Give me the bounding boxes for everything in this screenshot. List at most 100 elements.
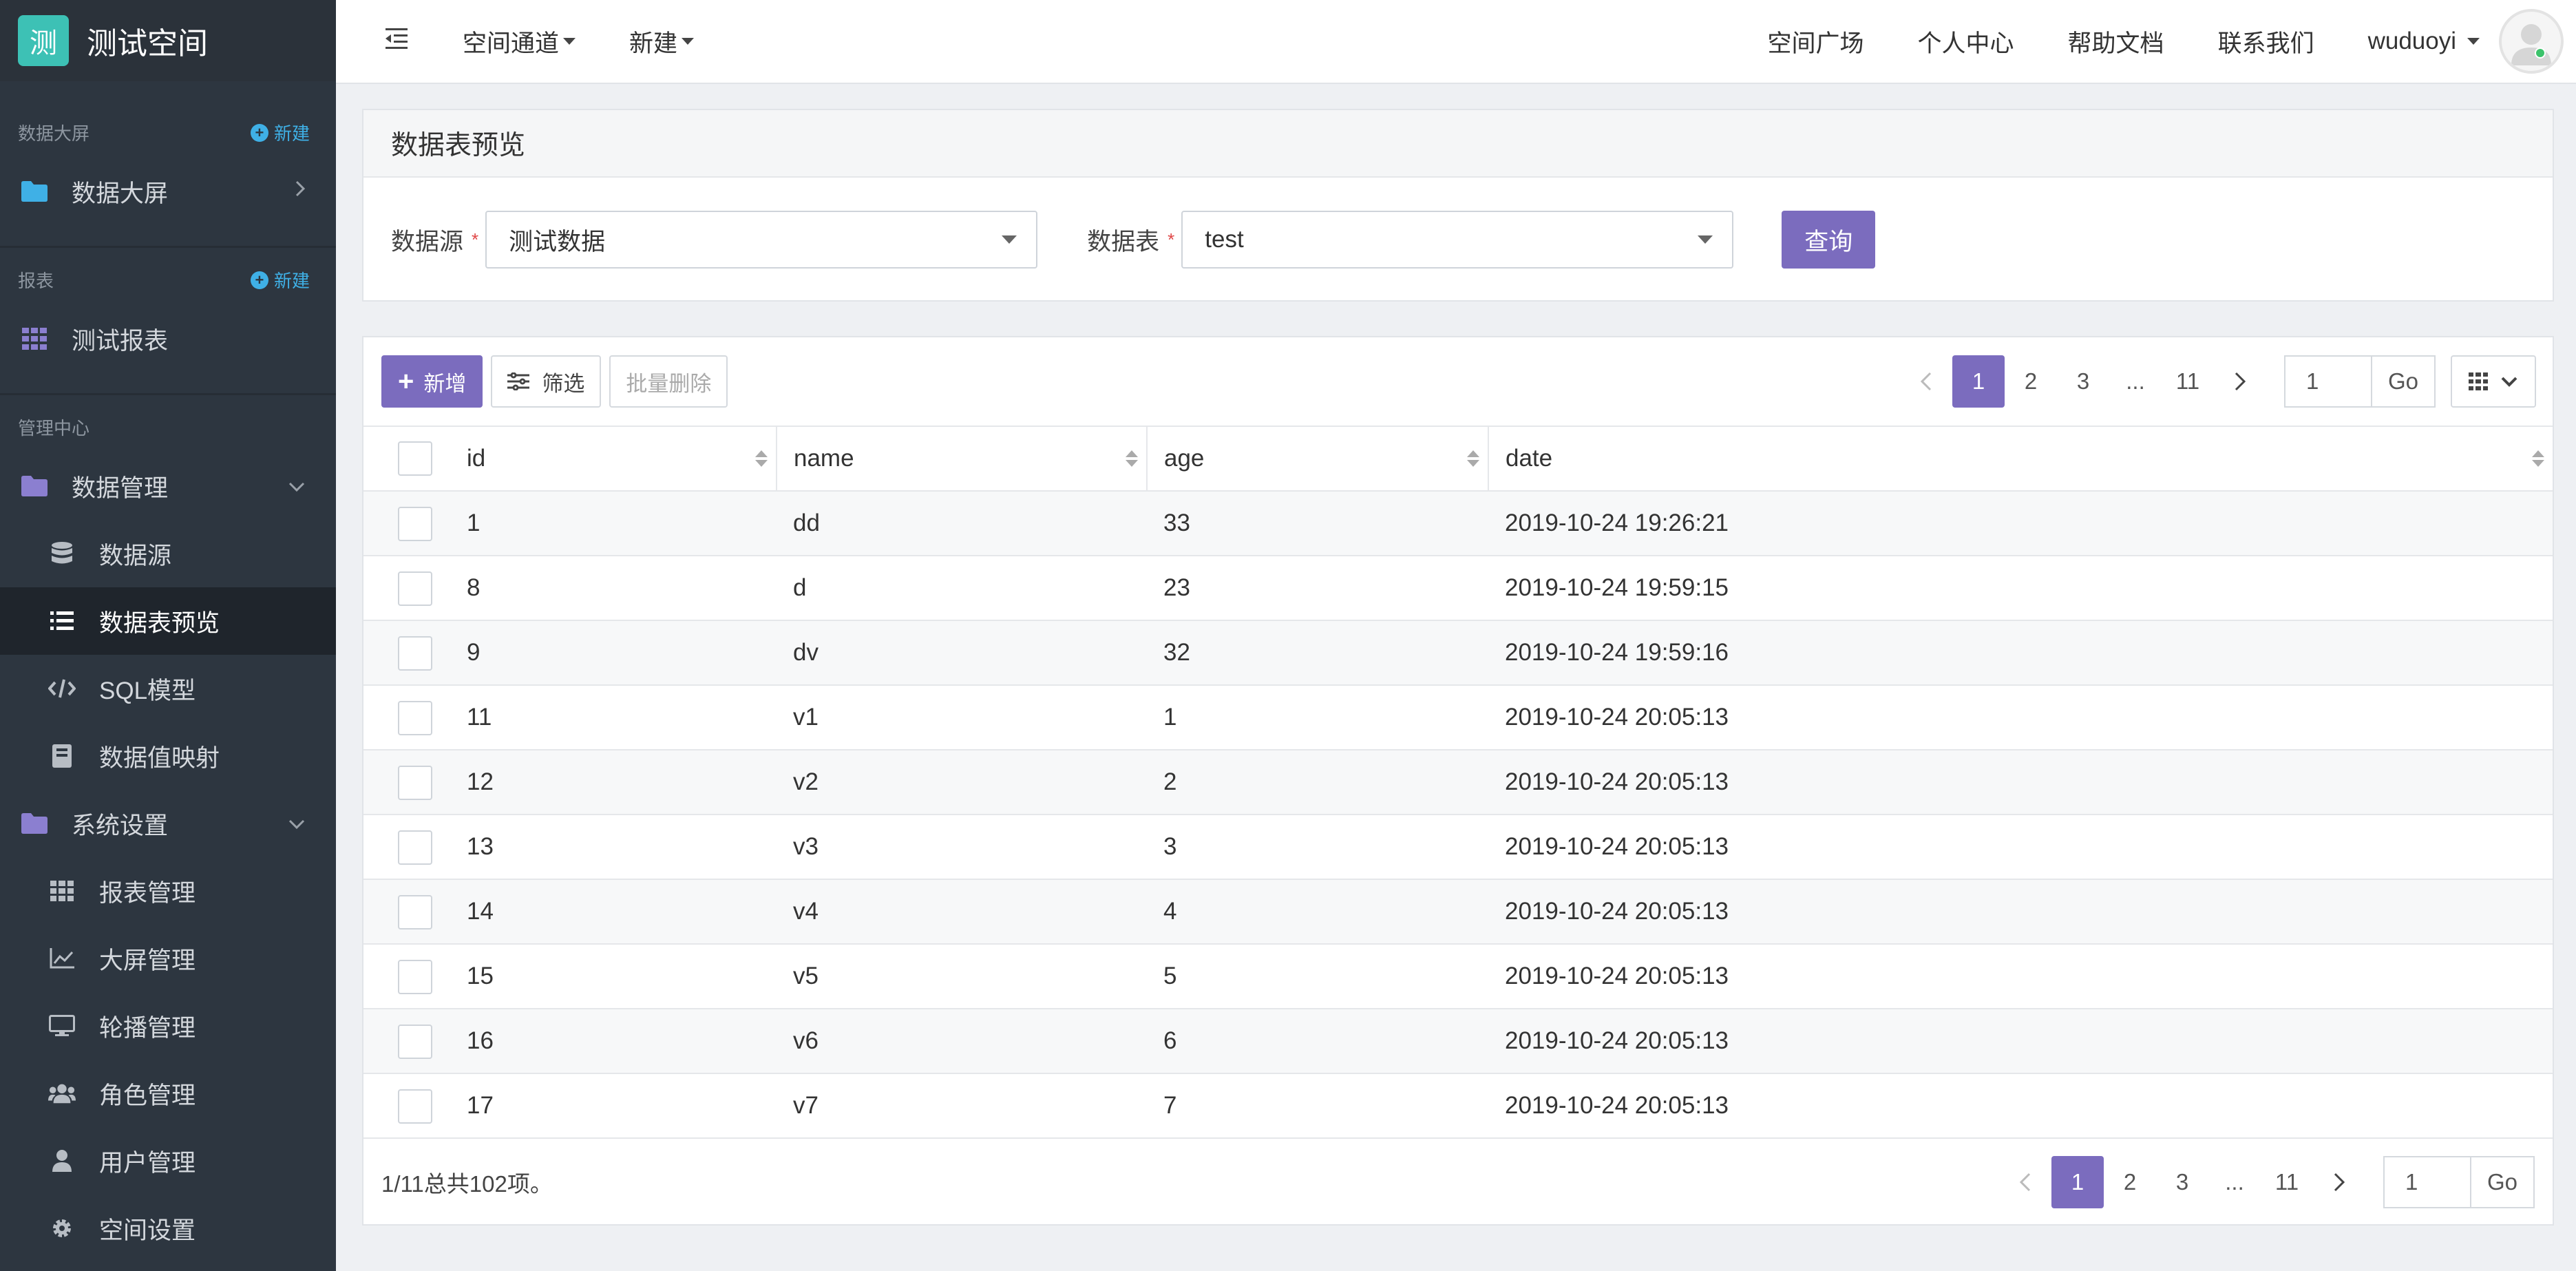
next-page-button[interactable] — [2313, 1156, 2365, 1208]
sort-icon[interactable] — [755, 450, 768, 467]
avatar[interactable] — [2499, 9, 2564, 74]
prev-page-button[interactable] — [1900, 355, 1952, 408]
datasource-select[interactable]: 测试数据 — [485, 211, 1038, 269]
sidebar-item-table-preview[interactable]: 数据表预览 — [0, 587, 336, 655]
table-row[interactable]: 9 dv 32 2019-10-24 19:59:16 — [363, 620, 2553, 686]
sidebar-item-user-management[interactable]: 用户管理 — [0, 1127, 336, 1195]
cell-id-value: 17 — [467, 1092, 494, 1119]
goto-page-input[interactable]: 1 — [2383, 1156, 2470, 1208]
page-ellipsis[interactable]: ... — [2208, 1156, 2261, 1208]
link-help-docs[interactable]: 帮助文档 — [2068, 24, 2164, 59]
page-button[interactable]: 3 — [2156, 1156, 2208, 1208]
prev-page-button[interactable] — [1999, 1156, 2051, 1208]
table-row[interactable]: 17 v7 7 2019-10-24 20:05:13 — [363, 1073, 2553, 1139]
cell-id: 1 — [363, 491, 777, 556]
datasource-value: 测试数据 — [509, 228, 606, 255]
cell-id: 16 — [363, 1009, 777, 1074]
sort-icon[interactable] — [1126, 450, 1138, 467]
table-select[interactable]: test — [1181, 211, 1734, 269]
row-checkbox[interactable] — [398, 830, 432, 865]
page-button[interactable]: 11 — [2162, 355, 2214, 408]
page-button[interactable]: 2 — [2005, 355, 2057, 408]
cell-date: 2019-10-24 20:05:13 — [1488, 944, 2553, 1009]
brand[interactable]: 测 测试空间 — [0, 0, 336, 81]
add-button[interactable]: + 新增 — [381, 355, 483, 408]
column-header-date[interactable]: date — [1488, 426, 2553, 492]
page-button[interactable]: 11 — [2261, 1156, 2313, 1208]
row-checkbox[interactable] — [398, 571, 432, 606]
cell-id-value: 14 — [467, 898, 494, 925]
go-button[interactable]: Go — [2371, 355, 2436, 408]
row-checkbox[interactable] — [398, 895, 432, 929]
go-button[interactable]: Go — [2470, 1156, 2535, 1208]
row-checkbox[interactable] — [398, 701, 432, 735]
row-checkbox[interactable] — [398, 960, 432, 994]
page-button[interactable]: 3 — [2057, 355, 2109, 408]
cell-id-value: 8 — [467, 574, 481, 601]
cell-name: dd — [777, 491, 1147, 556]
cell-age: 1 — [1147, 685, 1488, 750]
filter-button[interactable]: 筛选 — [491, 355, 602, 408]
row-checkbox[interactable] — [398, 766, 432, 800]
cell-id: 8 — [363, 556, 777, 621]
column-header-age[interactable]: age — [1146, 426, 1488, 492]
select-all-checkbox[interactable] — [398, 441, 432, 476]
column-selector-button[interactable] — [2451, 355, 2536, 408]
sidebar-item-space-settings[interactable]: 空间设置 — [0, 1195, 336, 1262]
sidebar: 测 测试空间 数据大屏 + 新建 数据大屏 报表 + 新建 测试报表 管理中心 … — [0, 0, 336, 1271]
table-row[interactable]: 13 v3 3 2019-10-24 20:05:13 — [363, 815, 2553, 880]
sidebar-item-data-management[interactable]: 数据管理 — [0, 452, 336, 520]
row-checkbox[interactable] — [398, 1025, 432, 1059]
sidebar-item-carousel-management[interactable]: 轮播管理 — [0, 992, 336, 1060]
batch-delete-button[interactable]: 批量删除 — [609, 355, 728, 408]
sidebar-item-value-mapping[interactable]: 数据值映射 — [0, 722, 336, 790]
table-row[interactable]: 14 v4 4 2019-10-24 20:05:13 — [363, 879, 2553, 945]
sidebar-item-report-management[interactable]: 报表管理 — [0, 857, 336, 925]
sidebar-divider — [0, 246, 336, 248]
user-menu[interactable]: wuduoyi — [2368, 28, 2480, 55]
plus-circle-icon: + — [250, 271, 268, 289]
goto-page-input[interactable]: 1 — [2284, 355, 2371, 408]
sidebar-item-sql-model[interactable]: SQL模型 — [0, 655, 336, 722]
page-button[interactable]: 2 — [2104, 1156, 2156, 1208]
sidebar-item-screen[interactable]: 数据大屏 — [0, 158, 336, 225]
row-checkbox[interactable] — [398, 507, 432, 541]
add-button-label: 新增 — [423, 371, 467, 396]
table-row[interactable]: 8 d 23 2019-10-24 19:59:15 — [363, 556, 2553, 621]
screen-new-button[interactable]: + 新建 — [250, 120, 310, 145]
column-header-name[interactable]: name — [776, 426, 1147, 492]
collapse-menu-icon[interactable] — [386, 28, 408, 55]
sidebar-item-datasource[interactable]: 数据源 — [0, 520, 336, 587]
cell-name: v4 — [777, 879, 1147, 945]
page-ellipsis[interactable]: ... — [2109, 355, 2162, 408]
sidebar-item-user-management-label: 用户管理 — [99, 1149, 196, 1177]
link-contact-us[interactable]: 联系我们 — [2218, 24, 2314, 59]
page-button[interactable]: 1 — [2051, 1156, 2104, 1208]
link-space-plaza[interactable]: 空间广场 — [1768, 24, 1864, 59]
table-row[interactable]: 16 v6 6 2019-10-24 20:05:13 — [363, 1009, 2553, 1074]
cell-name: v1 — [777, 685, 1147, 750]
cell-id: 9 — [363, 620, 777, 686]
sidebar-item-screen-management[interactable]: 大屏管理 — [0, 925, 336, 992]
sort-icon[interactable] — [1467, 450, 1479, 467]
required-mark: * — [1168, 229, 1175, 250]
column-header-id[interactable]: id — [363, 426, 777, 492]
sidebar-item-system-settings[interactable]: 系统设置 — [0, 790, 336, 857]
sort-icon[interactable] — [2532, 450, 2544, 467]
sidebar-item-test-report[interactable]: 测试报表 — [0, 305, 336, 372]
link-personal-center[interactable]: 个人中心 — [1918, 24, 2014, 59]
report-new-button[interactable]: + 新建 — [250, 267, 310, 293]
row-checkbox[interactable] — [398, 636, 432, 671]
table-row[interactable]: 1 dd 33 2019-10-24 19:26:21 — [363, 491, 2553, 556]
table-row[interactable]: 11 v1 1 2019-10-24 20:05:13 — [363, 685, 2553, 750]
table-row[interactable]: 12 v2 2 2019-10-24 20:05:13 — [363, 750, 2553, 815]
query-button[interactable]: 查询 — [1782, 211, 1876, 269]
row-checkbox[interactable] — [398, 1089, 432, 1124]
table-row[interactable]: 15 v5 5 2019-10-24 20:05:13 — [363, 944, 2553, 1009]
sidebar-item-role-management[interactable]: 角色管理 — [0, 1060, 336, 1127]
page-button[interactable]: 1 — [1952, 355, 2005, 408]
new-dropdown[interactable]: 新建 — [629, 24, 695, 59]
cell-id: 14 — [363, 879, 777, 945]
space-channel-dropdown[interactable]: 空间通道 — [463, 24, 576, 59]
next-page-button[interactable] — [2214, 355, 2266, 408]
